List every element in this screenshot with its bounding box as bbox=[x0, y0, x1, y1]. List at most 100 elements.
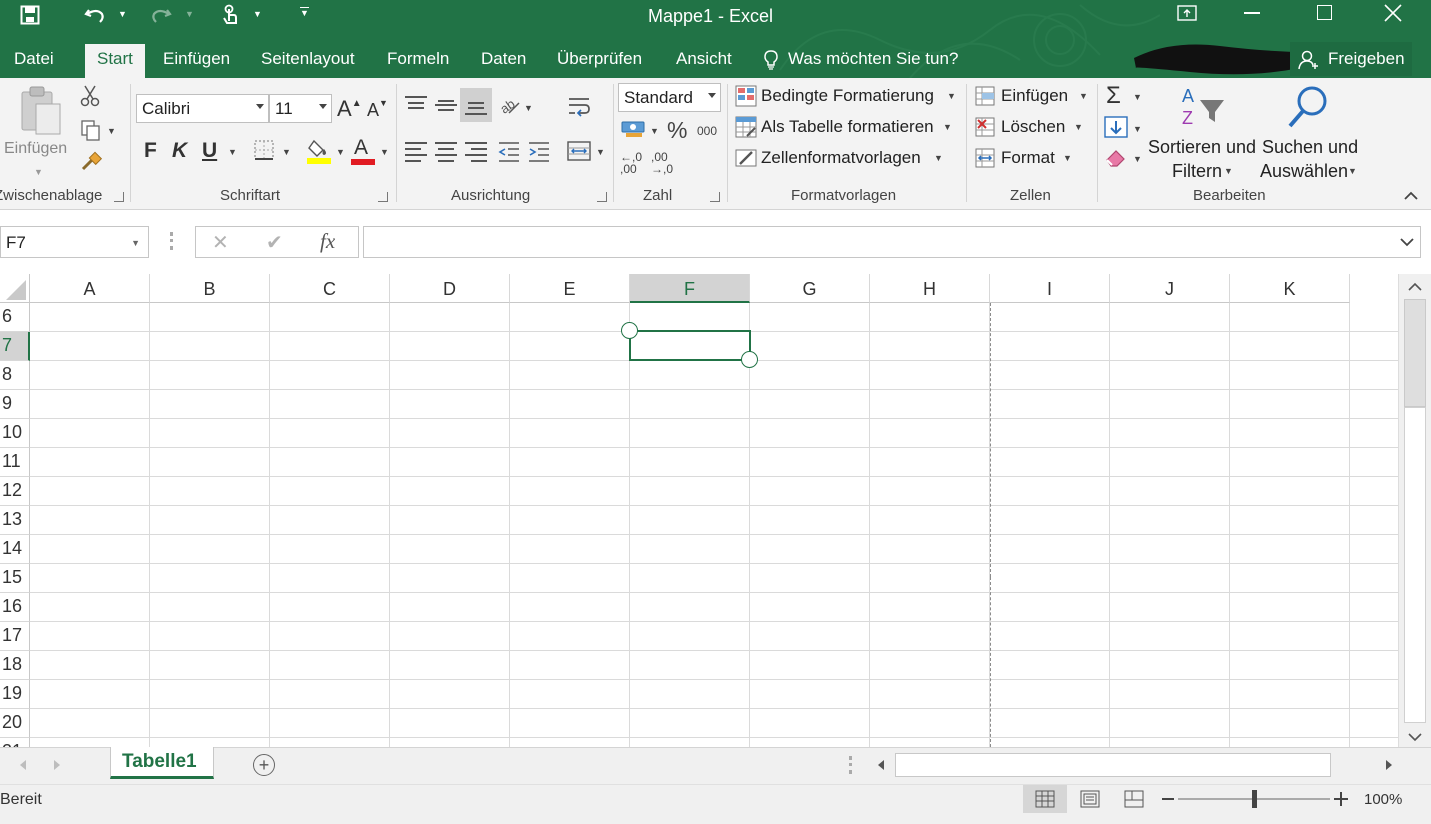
sheet-next-icon[interactable] bbox=[52, 759, 62, 771]
row-header-12[interactable]: 12 bbox=[0, 477, 30, 506]
increase-decimal-button[interactable]: ←,0 ,00 bbox=[620, 151, 648, 179]
align-right-icon[interactable] bbox=[465, 142, 487, 162]
paste-button[interactable]: Einfügen ▼ bbox=[0, 82, 76, 178]
new-sheet-button[interactable]: + bbox=[253, 754, 275, 776]
wrap-text-icon[interactable] bbox=[566, 94, 592, 120]
grow-font-button[interactable]: A▲ bbox=[337, 96, 362, 122]
decrease-indent-icon[interactable] bbox=[496, 140, 522, 164]
selection-handle[interactable] bbox=[621, 322, 638, 339]
row-header-11[interactable]: 11 bbox=[0, 448, 30, 477]
undo-dropdown-icon[interactable]: ▼ bbox=[118, 10, 127, 19]
find-select-button[interactable]: Suchen und Auswählen ▼ bbox=[1258, 82, 1364, 182]
column-header-d[interactable]: D bbox=[390, 274, 510, 303]
conditional-formatting-button[interactable]: Bedingte Formatierung ▼ bbox=[734, 83, 958, 109]
share-button[interactable]: Freigeben bbox=[1290, 42, 1412, 76]
column-header-f[interactable]: F bbox=[630, 274, 750, 303]
tab-review[interactable]: Überprüfen bbox=[557, 44, 642, 78]
formula-bar-grip-icon[interactable] bbox=[170, 232, 173, 250]
cancel-icon[interactable]: ✕ bbox=[212, 230, 229, 255]
cut-icon[interactable] bbox=[78, 84, 102, 108]
active-cell[interactable] bbox=[629, 330, 751, 361]
undo-icon[interactable] bbox=[80, 3, 110, 27]
tab-view[interactable]: Ansicht bbox=[676, 44, 732, 78]
touch-mode-dropdown-icon[interactable]: ▼ bbox=[253, 10, 262, 19]
zoom-in-icon[interactable] bbox=[1334, 792, 1348, 806]
font-size-combo[interactable]: 11 bbox=[269, 94, 332, 123]
fill-button[interactable]: ▼ bbox=[1104, 114, 1146, 142]
tab-formulas[interactable]: Formeln bbox=[387, 44, 449, 78]
minimize-icon[interactable] bbox=[1244, 12, 1260, 14]
orientation-icon[interactable]: ab bbox=[498, 94, 522, 118]
accounting-format-icon[interactable] bbox=[619, 117, 649, 141]
zoom-slider-thumb[interactable] bbox=[1252, 790, 1257, 808]
font-color-button[interactable]: A bbox=[350, 136, 378, 166]
column-header-g[interactable]: G bbox=[750, 274, 870, 303]
collapse-ribbon-icon[interactable] bbox=[1400, 186, 1422, 206]
row-header-7[interactable]: 7 bbox=[0, 332, 30, 361]
format-as-table-button[interactable]: Als Tabelle formatieren ▼ bbox=[734, 114, 958, 140]
scroll-right-icon[interactable] bbox=[1385, 759, 1393, 771]
zoom-level[interactable]: 100% bbox=[1364, 791, 1402, 808]
touch-mode-icon[interactable] bbox=[216, 2, 244, 28]
format-cells-button[interactable]: Format ▼ bbox=[973, 145, 1091, 171]
accounting-dropdown-icon[interactable]: ▼ bbox=[650, 127, 659, 136]
decrease-decimal-button[interactable]: ,00 →,0 bbox=[651, 151, 679, 179]
zoom-out-icon[interactable] bbox=[1162, 798, 1174, 800]
cell-styles-button[interactable]: Zellenformatvorlagen ▼ bbox=[734, 145, 958, 171]
column-header-j[interactable]: J bbox=[1110, 274, 1230, 303]
scroll-up-icon[interactable] bbox=[1408, 282, 1422, 292]
row-header-9[interactable]: 9 bbox=[0, 390, 30, 419]
align-middle-icon[interactable] bbox=[435, 96, 457, 114]
percent-style-button[interactable]: % bbox=[667, 117, 687, 144]
row-header-17[interactable]: 17 bbox=[0, 622, 30, 651]
italic-button[interactable]: K bbox=[172, 139, 187, 163]
column-header-e[interactable]: E bbox=[510, 274, 630, 303]
row-header-14[interactable]: 14 bbox=[0, 535, 30, 564]
bold-button[interactable]: F bbox=[144, 139, 157, 163]
borders-dropdown-icon[interactable]: ▼ bbox=[282, 148, 291, 157]
tab-insert[interactable]: Einfügen bbox=[163, 44, 230, 78]
vertical-scroll-thumb[interactable] bbox=[1404, 299, 1426, 407]
close-icon[interactable] bbox=[1383, 3, 1403, 23]
scroll-down-icon[interactable] bbox=[1408, 732, 1422, 742]
merge-center-dropdown-icon[interactable]: ▼ bbox=[596, 148, 605, 157]
row-header-8[interactable]: 8 bbox=[0, 361, 30, 390]
borders-icon[interactable] bbox=[252, 138, 276, 162]
column-header-i[interactable]: I bbox=[990, 274, 1110, 303]
alignment-launcher-icon[interactable] bbox=[597, 192, 607, 202]
row-header-15[interactable]: 15 bbox=[0, 564, 30, 593]
column-header-c[interactable]: C bbox=[270, 274, 390, 303]
increase-indent-icon[interactable] bbox=[526, 140, 552, 164]
copy-dropdown-icon[interactable]: ▼ bbox=[107, 127, 116, 136]
row-header-13[interactable]: 13 bbox=[0, 506, 30, 535]
clear-button[interactable]: ▼ bbox=[1104, 144, 1146, 172]
clipboard-launcher-icon[interactable] bbox=[114, 192, 124, 202]
tab-split-grip-icon[interactable] bbox=[849, 756, 852, 774]
number-launcher-icon[interactable] bbox=[710, 192, 720, 202]
insert-function-button[interactable]: fx bbox=[320, 229, 335, 254]
font-name-combo[interactable]: Calibri bbox=[136, 94, 269, 123]
row-header-21[interactable]: 21 bbox=[0, 738, 30, 747]
row-header-6[interactable]: 6 bbox=[0, 303, 30, 332]
underline-button[interactable]: U bbox=[202, 139, 217, 163]
row-header-20[interactable]: 20 bbox=[0, 709, 30, 738]
select-all-corner[interactable] bbox=[0, 274, 30, 303]
copy-icon[interactable] bbox=[78, 118, 104, 142]
align-center-icon[interactable] bbox=[435, 142, 457, 162]
comma-style-button[interactable]: 000 bbox=[697, 124, 717, 138]
fill-color-dropdown-icon[interactable]: ▼ bbox=[336, 148, 345, 157]
horizontal-scrollbar[interactable] bbox=[870, 751, 1400, 779]
tab-data[interactable]: Daten bbox=[481, 44, 526, 78]
row-header-18[interactable]: 18 bbox=[0, 651, 30, 680]
formula-input[interactable] bbox=[363, 226, 1421, 258]
page-layout-view-button[interactable] bbox=[1070, 785, 1110, 813]
row-header-16[interactable]: 16 bbox=[0, 593, 30, 622]
selection-handle[interactable] bbox=[741, 351, 758, 368]
horizontal-scroll-thumb[interactable] bbox=[895, 753, 1331, 777]
row-header-10[interactable]: 10 bbox=[0, 419, 30, 448]
tab-home[interactable]: Start bbox=[85, 44, 145, 78]
expand-formula-bar-icon[interactable] bbox=[1400, 237, 1414, 247]
save-icon[interactable] bbox=[16, 3, 44, 27]
fill-color-icon[interactable] bbox=[305, 136, 333, 166]
tab-page-layout[interactable]: Seitenlayout bbox=[261, 44, 355, 78]
